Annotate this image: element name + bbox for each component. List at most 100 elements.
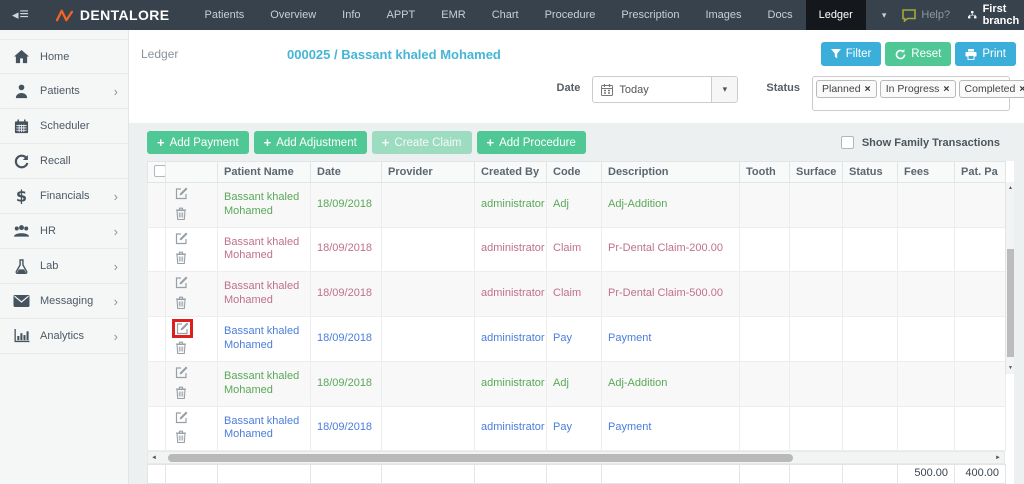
col-patient-name[interactable]: Patient Name [217,161,311,183]
edit-row-button[interactable] [172,185,191,202]
nav-chart[interactable]: Chart [479,0,532,30]
col-description[interactable]: Description [601,161,740,183]
nav-appt[interactable]: APPT [374,0,429,30]
nav-ledger[interactable]: Ledger [805,0,866,30]
select-all-checkbox[interactable] [154,164,165,177]
ledger-row: Bassant khaled Mohamed 18/09/2018 admini… [147,226,1006,272]
status-tag: Completed × [958,80,1024,98]
sidebar-item-messaging[interactable]: Messaging › [0,284,128,319]
cell-select [147,315,166,362]
cell-description: Payment [601,405,740,451]
sidebar-item-hr[interactable]: HR › [0,214,128,249]
sidebar-item-lab[interactable]: Lab › [0,249,128,284]
remove-tag-icon[interactable]: × [865,83,871,95]
cell-fees [897,315,955,362]
cell-pat-paid [954,182,1006,228]
horizontal-scrollbar[interactable]: ◄ ► [147,451,1005,464]
status-filter-box[interactable]: Planned × In Progress × Completed × [812,76,1024,111]
sidebar-item-financials[interactable]: $ Financials › [0,179,128,214]
cell-tooth [739,182,790,228]
horizontal-scroll-thumb[interactable] [168,453,793,462]
col-actions [165,161,218,183]
table-header-row: Patient Name Date Provider Created By Co… [147,161,1006,183]
create-claim-button[interactable]: + Create Claim [371,131,472,154]
nav-info[interactable]: Info [329,0,373,30]
sidebar-item-analytics[interactable]: Analytics › [0,319,128,354]
edit-row-button[interactable] [172,274,191,291]
ledger-table: Patient Name Date Provider Created By Co… [147,161,1006,451]
chevron-right-icon: › [113,83,118,99]
reset-button[interactable]: Reset [885,42,952,66]
left-sidebar: Home Patients › Scheduler Recall $ Finan… [0,30,129,484]
scroll-left-icon[interactable]: ◄ [151,452,157,463]
sidebar-item-patients[interactable]: Patients › [0,74,128,109]
cell-patient-name: Bassant khaled Mohamed [217,315,311,362]
vertical-scrollbar[interactable]: ▲ ▼ [1005,182,1014,374]
cell-status [842,361,898,407]
trash-icon [176,251,186,265]
col-tooth[interactable]: Tooth [739,161,790,183]
date-select-caret[interactable]: ▾ [711,77,738,102]
add-payment-button[interactable]: + Add Payment [147,131,249,154]
scroll-up-icon[interactable]: ▲ [1006,185,1015,191]
scroll-down-icon[interactable]: ▼ [1006,365,1015,371]
col-fees[interactable]: Fees [897,161,955,183]
cell-status [842,405,898,451]
nav-images[interactable]: Images [692,0,754,30]
cell-tooth [739,405,790,451]
nav-emr[interactable]: EMR [428,0,478,30]
nav-overflow-caret[interactable]: ▾ [866,0,903,30]
delete-row-button[interactable] [172,339,190,356]
sidebar-collapse-button[interactable]: ◂ ≡ [12,0,29,30]
print-button[interactable]: Print [955,42,1016,66]
col-status[interactable]: Status [842,161,898,183]
col-date[interactable]: Date [310,161,382,183]
remove-tag-icon[interactable]: × [943,83,949,95]
edit-row-button[interactable] [172,318,193,338]
col-provider[interactable]: Provider [381,161,475,183]
delete-row-button[interactable] [172,205,190,222]
trash-icon [176,296,186,309]
scroll-right-icon[interactable]: ► [995,452,1001,463]
vertical-scroll-thumb[interactable] [1007,249,1014,357]
trash-icon [176,386,186,399]
help-button[interactable]: Help? [902,8,950,22]
delete-row-button[interactable] [172,294,190,311]
nav-prescription[interactable]: Prescription [608,0,692,30]
cell-actions [165,226,218,272]
col-code[interactable]: Code [546,161,602,183]
sidebar-item-home[interactable]: Home [0,39,128,74]
patient-ledger-link[interactable]: 000025 / Bassant khaled Mohamed [287,47,501,62]
delete-row-button[interactable] [172,428,190,445]
totals-row: 500.00 400.00 [147,464,1006,484]
col-created-by[interactable]: Created By [474,161,547,183]
cell-actions [165,182,218,228]
add-adjustment-button[interactable]: + Add Adjustment [253,131,367,154]
svg-text:$: $ [16,188,27,204]
nav-docs[interactable]: Docs [755,0,806,30]
delete-row-button[interactable] [172,384,190,401]
sidebar-item-recall[interactable]: Recall [0,144,128,179]
sidebar-item-scheduler[interactable]: Scheduler [0,109,128,144]
delete-row-button[interactable] [172,249,190,266]
edit-row-button[interactable] [172,409,191,426]
edit-row-button[interactable] [172,230,191,247]
cell-pat-paid [954,226,1006,272]
remove-tag-icon[interactable]: × [1019,83,1024,95]
col-pat-paid[interactable]: Pat. Pa [954,161,1006,183]
cell-status [842,315,898,362]
nav-procedure[interactable]: Procedure [532,0,609,30]
dollar-icon: $ [16,188,27,204]
date-range-select[interactable]: Today ▾ [592,76,739,103]
cell-date: 18/09/2018 [310,315,382,362]
nav-overview[interactable]: Overview [257,0,329,30]
cell-actions [165,405,218,451]
filter-button[interactable]: Filter [820,42,882,66]
branch-selector[interactable]: First branch [968,3,1024,27]
date-select-value: Today [619,83,649,96]
col-surface[interactable]: Surface [789,161,843,183]
show-family-checkbox[interactable] [840,136,854,149]
nav-patients[interactable]: Patients [192,0,258,30]
edit-row-button[interactable] [172,364,191,381]
add-procedure-button[interactable]: + Add Procedure [476,131,586,154]
